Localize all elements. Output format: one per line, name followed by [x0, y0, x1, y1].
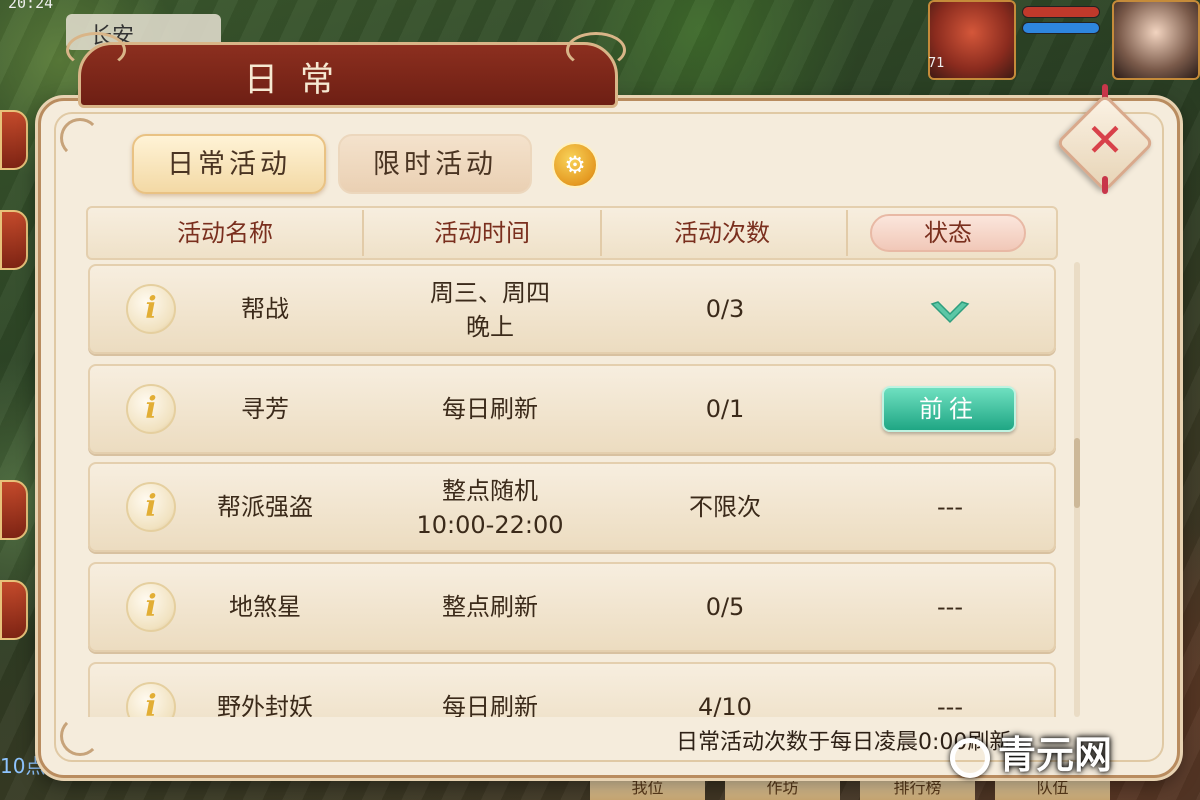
- watermark-logo: 青元网: [950, 722, 1190, 788]
- info-icon[interactable]: i: [126, 482, 176, 532]
- activity-status: ---: [937, 493, 963, 521]
- activity-time: 周三、周四: [430, 279, 550, 307]
- column-header-count: 活动次数: [674, 219, 770, 247]
- column-header-name: 活动名称: [177, 219, 273, 247]
- activity-status: ---: [937, 593, 963, 621]
- activity-name: 帮派强盗: [217, 493, 313, 521]
- activity-time: 10:00-22:00: [416, 511, 564, 539]
- activity-time: 整点刷新: [442, 593, 538, 621]
- close-icon[interactable]: ✕: [1080, 112, 1130, 172]
- activity-count: 0/5: [705, 593, 745, 621]
- gear-icon[interactable]: ⚙: [552, 142, 598, 188]
- table-row[interactable]: i 帮战 周三、周四 晚上 0/3: [88, 264, 1056, 354]
- side-menu-button[interactable]: [0, 210, 28, 270]
- table-row[interactable]: i 寻芳 每日刷新 0/1 前往: [88, 364, 1056, 454]
- info-icon[interactable]: i: [126, 582, 176, 632]
- info-icon[interactable]: i: [126, 682, 176, 717]
- activity-name: 寻芳: [241, 395, 289, 423]
- table-row[interactable]: i 帮派强盗 整点随机 10:00-22:00 不限次 ---: [88, 462, 1056, 552]
- table-row[interactable]: i 野外封妖 每日刷新 4/10 ---: [88, 662, 1056, 717]
- activity-name: 帮战: [241, 295, 289, 323]
- corner-ornament: [60, 118, 100, 158]
- banner-swirl: [566, 32, 626, 68]
- hp-bar: [1022, 6, 1100, 18]
- activity-name: 野外封妖: [217, 693, 313, 717]
- side-menu-button[interactable]: [0, 580, 28, 640]
- activity-count: 0/1: [705, 395, 745, 423]
- side-menu-button[interactable]: [0, 480, 28, 540]
- activity-count: 4/10: [698, 693, 752, 717]
- watermark-ring-icon: [950, 737, 990, 778]
- pet-portrait[interactable]: [1112, 0, 1200, 80]
- activity-time: 每日刷新: [442, 395, 538, 423]
- mp-bar: [1022, 22, 1100, 34]
- activity-name: 地煞星: [229, 593, 301, 621]
- scrollbar-thumb[interactable]: [1074, 438, 1080, 508]
- watermark-text: 青元网: [998, 733, 1113, 777]
- corner-ornament: [60, 716, 100, 756]
- info-icon[interactable]: i: [126, 284, 176, 334]
- activity-list[interactable]: i 帮战 周三、周四 晚上 0/3 i 寻芳 每日刷新 0/1 前往 i 帮派强…: [86, 262, 1060, 717]
- banner-swirl: [66, 32, 126, 68]
- close-tassel: [1102, 176, 1108, 194]
- panel-title: 日常: [244, 60, 356, 100]
- activity-time: 晚上: [466, 313, 514, 341]
- activity-time: 整点随机: [442, 477, 538, 505]
- table-row[interactable]: i 地煞星 整点刷新 0/5 ---: [88, 562, 1056, 652]
- go-button[interactable]: 前往: [882, 386, 1016, 432]
- activity-status: ---: [937, 693, 963, 717]
- hero-level: 71: [928, 56, 945, 71]
- tab-limited-activities[interactable]: 限时活动: [338, 134, 532, 194]
- activity-count: 0/3: [705, 295, 745, 323]
- column-header-status: 状态: [924, 219, 972, 247]
- column-divider: [846, 210, 848, 256]
- activity-count: 不限次: [689, 493, 761, 521]
- side-menu-button[interactable]: [0, 110, 28, 170]
- clock: 20:24: [8, 0, 54, 12]
- column-header-time: 活动时间: [434, 219, 530, 247]
- info-icon[interactable]: i: [126, 384, 176, 434]
- chevron-down-icon[interactable]: [930, 300, 970, 326]
- activity-time: 每日刷新: [442, 693, 538, 717]
- tab-daily-activities[interactable]: 日常活动: [132, 134, 326, 194]
